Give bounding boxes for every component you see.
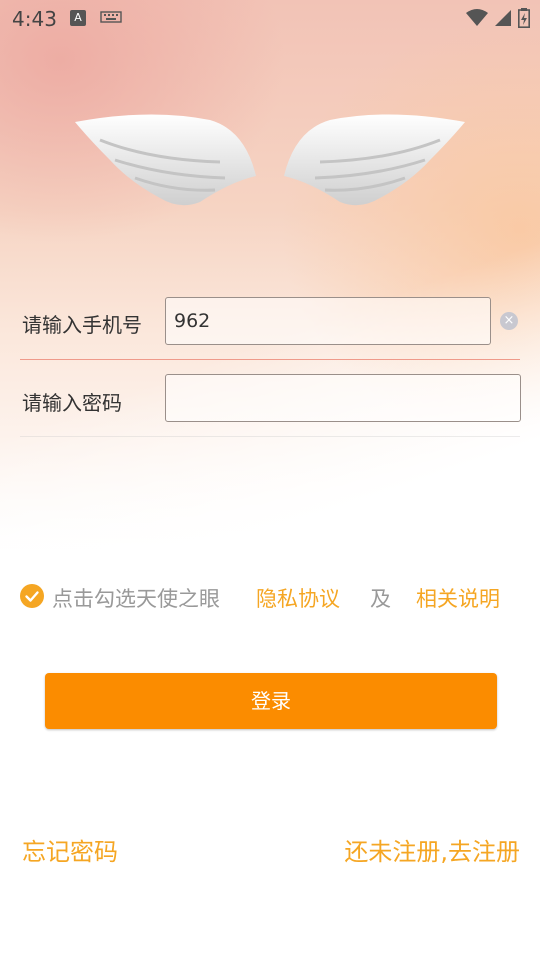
cell-signal-icon (495, 10, 511, 26)
password-row: 请输入密码 (22, 374, 521, 424)
battery-icon (518, 8, 530, 28)
password-input[interactable] (165, 374, 521, 422)
login-button[interactable]: 登录 (45, 673, 497, 729)
privacy-link[interactable]: 隐私协议 (256, 583, 340, 613)
register-link[interactable]: 还未注册,去注册 (344, 832, 520, 867)
keyboard-icon (100, 11, 122, 23)
left-wing-icon (75, 114, 256, 206)
phone-row: 请输入手机号 962 × (22, 297, 520, 347)
forgot-password-link[interactable]: 忘记密码 (22, 832, 118, 867)
angel-wings-logo (75, 114, 465, 206)
status-icons (466, 8, 530, 28)
password-divider (20, 436, 520, 437)
agreement-text: 点击勾选天使之眼 (52, 587, 220, 611)
phone-input[interactable]: 962 (165, 297, 491, 345)
and-text: 及 (370, 587, 391, 611)
right-wing-icon (284, 114, 465, 206)
status-bar: 4:43 A (0, 0, 540, 36)
clear-icon[interactable]: × (500, 312, 518, 330)
password-label: 请输入密码 (22, 391, 122, 415)
checkmark-icon (25, 591, 39, 602)
wifi-icon (466, 9, 488, 26)
phone-label: 请输入手机号 (22, 313, 142, 337)
notification-a-icon: A (70, 10, 86, 26)
phone-divider (20, 359, 520, 360)
agreement-checkbox[interactable] (20, 584, 44, 608)
status-time: 4:43 (12, 7, 57, 31)
terms-link[interactable]: 相关说明 (416, 583, 500, 613)
